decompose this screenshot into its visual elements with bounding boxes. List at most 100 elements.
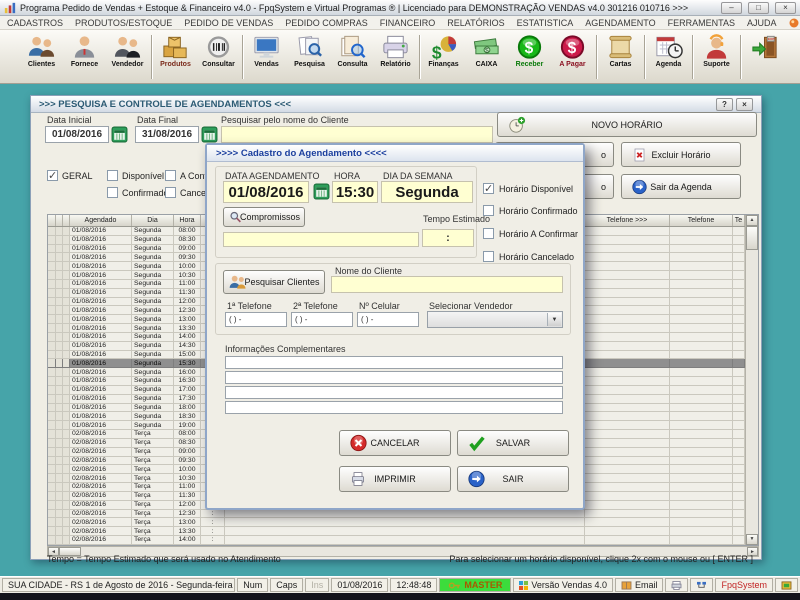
excluir-horario-button[interactable]: Excluir Horário [621,142,741,167]
data-final-calendar-button[interactable] [201,126,218,143]
checkbox-icon[interactable] [107,187,118,198]
table-row[interactable]: 02/08/2016Terça13:00: [48,518,745,527]
sair-agenda-button[interactable]: Sair da Agenda [621,174,741,199]
column-header-te[interactable]: Te [733,215,745,226]
scroll-down-arrow[interactable]: ▼ [746,534,758,545]
vendedor-dropdown[interactable]: ▼ [427,311,563,328]
toolbar-button-relat-rio[interactable]: Relatório [374,32,417,82]
close-button[interactable]: × [775,2,796,14]
toolbar-button-cartas[interactable]: Cartas [599,32,642,82]
column-header-agendado[interactable]: Agendado [70,215,132,226]
tempo-estimado-input[interactable]: : [422,229,474,247]
toolbar-button-finan-as[interactable]: $Finanças [422,32,465,82]
minimize-button[interactable]: – [721,2,742,14]
table-cell [670,324,733,333]
column-header-hora[interactable]: Hora [174,215,201,226]
checkbox-icon[interactable] [483,183,494,194]
dialog-checkbox-hor-rio-confirmado[interactable]: Horário Confirmado [483,205,578,216]
toolbar-button-fornece[interactable]: Fornece [63,32,106,82]
table-cell: 01/08/2016 [70,315,132,324]
info-line-3[interactable] [225,386,563,399]
column-header-telefone[interactable]: Telefone [670,215,733,226]
agendamento-calendar-button[interactable] [313,183,330,200]
data-inicial-input[interactable]: 01/08/2016 [45,126,109,143]
nome-cliente-input[interactable] [331,276,563,293]
column-header-dia[interactable]: Dia [132,215,174,226]
data-inicial-calendar-button[interactable] [111,126,128,143]
menu-item-ferramentas[interactable]: FERRAMENTAS [668,18,735,28]
filter-checkbox-geral[interactable]: GERAL [47,170,93,181]
checkbox-icon[interactable] [107,170,118,181]
sair-button[interactable]: SAIR [457,466,569,492]
toolbar-button-pesquisa[interactable]: Pesquisa [288,32,331,82]
toolbar-button-receber[interactable]: $Receber [508,32,551,82]
table-row[interactable]: 02/08/2016Terça13:30: [48,527,745,536]
tel2-input[interactable]: ( ) - [291,312,353,327]
column-header[interactable] [56,215,63,226]
toolbar-button-consultar[interactable]: Consultar [197,32,240,82]
celular-input[interactable]: ( ) - [357,312,419,327]
column-header-telefone-[interactable]: Telefone >>> [585,215,670,226]
imprimir-button[interactable]: IMPRIMIR [339,466,451,492]
menu-item-produtos-estoque[interactable]: PRODUTOS/ESTOQUE [75,18,172,28]
agenda-close-button[interactable]: × [736,98,753,111]
column-header[interactable] [63,215,70,226]
table-row[interactable]: 02/08/2016Terça12:30: [48,510,745,519]
restore-button[interactable]: □ [748,2,769,14]
menu-item-cadastros[interactable]: CADASTROS [7,18,63,28]
checkbox-icon[interactable] [483,251,494,262]
toolbar-button-produtos[interactable]: Produtos [154,32,197,82]
menu-item-agendamento[interactable]: AGENDAMENTO [585,18,655,28]
toolbar-button-consulta[interactable]: Consulta [331,32,374,82]
tel1-input[interactable]: ( ) - [225,312,287,327]
toolbar-button-agenda[interactable]: Agenda [647,32,690,82]
salvar-button[interactable]: SALVAR [457,430,569,456]
dialog-checkbox-hor-rio-a-confirmar[interactable]: Horário A Confirmar [483,228,578,239]
checkbox-icon[interactable] [165,170,176,181]
menu-item-ajuda[interactable]: AJUDA [747,18,777,28]
menu-item-e-mail[interactable]: E-MAIL [789,18,800,28]
help-button[interactable]: ? [716,98,733,111]
compromissos-button[interactable]: Compromissos [223,207,305,227]
table-row[interactable]: 02/08/2016Terça14:00: [48,536,745,545]
toolbar-button-vendedor[interactable]: Vendedor [106,32,149,82]
column-header[interactable] [48,215,56,226]
dialog-titlebar[interactable]: >>>> Cadastro do Agendamento <<<< [207,145,583,162]
pesquisar-clientes-button[interactable]: Pesquisar Clientes [223,270,325,294]
toolbar-button-a-pagar[interactable]: $A Pagar [551,32,594,82]
dia-semana-input[interactable]: Segunda [381,181,473,203]
info-line-4[interactable] [225,401,563,414]
toolbar-button-vendas[interactable]: Vendas [245,32,288,82]
info-line-1[interactable] [225,356,563,369]
filter-checkbox-confirmado[interactable]: Confirmado [107,187,169,198]
cancelar-button[interactable]: CANCELAR [339,430,451,456]
data-agendamento-input[interactable]: 01/08/2016 [223,181,309,203]
dialog-checkbox-hor-rio-cancelado[interactable]: Horário Cancelado [483,251,574,262]
checkbox-icon[interactable] [165,187,176,198]
checkbox-icon[interactable] [483,205,494,216]
data-final-input[interactable]: 31/08/2016 [135,126,199,143]
client-search-input[interactable] [221,126,493,143]
scroll-up-arrow[interactable]: ▲ [746,215,758,226]
checkbox-icon[interactable] [47,170,58,181]
menu-item-pedido-de-vendas[interactable]: PEDIDO DE VENDAS [184,18,273,28]
vertical-scrollbar[interactable]: ▲ ▼ [745,215,758,545]
table-cell: Segunda [132,351,174,360]
toolbar-button-caixa[interactable]: $CAIXA [465,32,508,82]
compromisso-input[interactable] [223,232,419,247]
hora-input[interactable]: 15:30 [332,181,378,203]
agenda-window-titlebar[interactable]: >>> PESQUISA E CONTROLE DE AGENDAMENTOS … [31,96,761,113]
toolbar-button-clientes[interactable]: Clientes [20,32,63,82]
menu-item-relat-rios[interactable]: RELATÓRIOS [447,18,504,28]
checkbox-icon[interactable] [483,228,494,239]
menu-item-pedido-compras[interactable]: PEDIDO COMPRAS [285,18,368,28]
toolbar-button-suporte[interactable]: Suporte [695,32,738,82]
dialog-checkbox-hor-rio-dispon-vel[interactable]: Horário Disponível [483,183,573,194]
menu-item-estatistica[interactable]: ESTATISTICA [517,18,574,28]
novo-horario-button[interactable]: NOVO HORÁRIO [497,112,757,137]
vertical-scroll-thumb[interactable] [746,226,758,250]
filter-checkbox-dispon-vel[interactable]: Disponível [107,170,164,181]
toolbar-button-exit[interactable]: EXIT [743,32,786,82]
info-line-2[interactable] [225,371,563,384]
menu-item-financeiro[interactable]: FINANCEIRO [380,18,436,28]
